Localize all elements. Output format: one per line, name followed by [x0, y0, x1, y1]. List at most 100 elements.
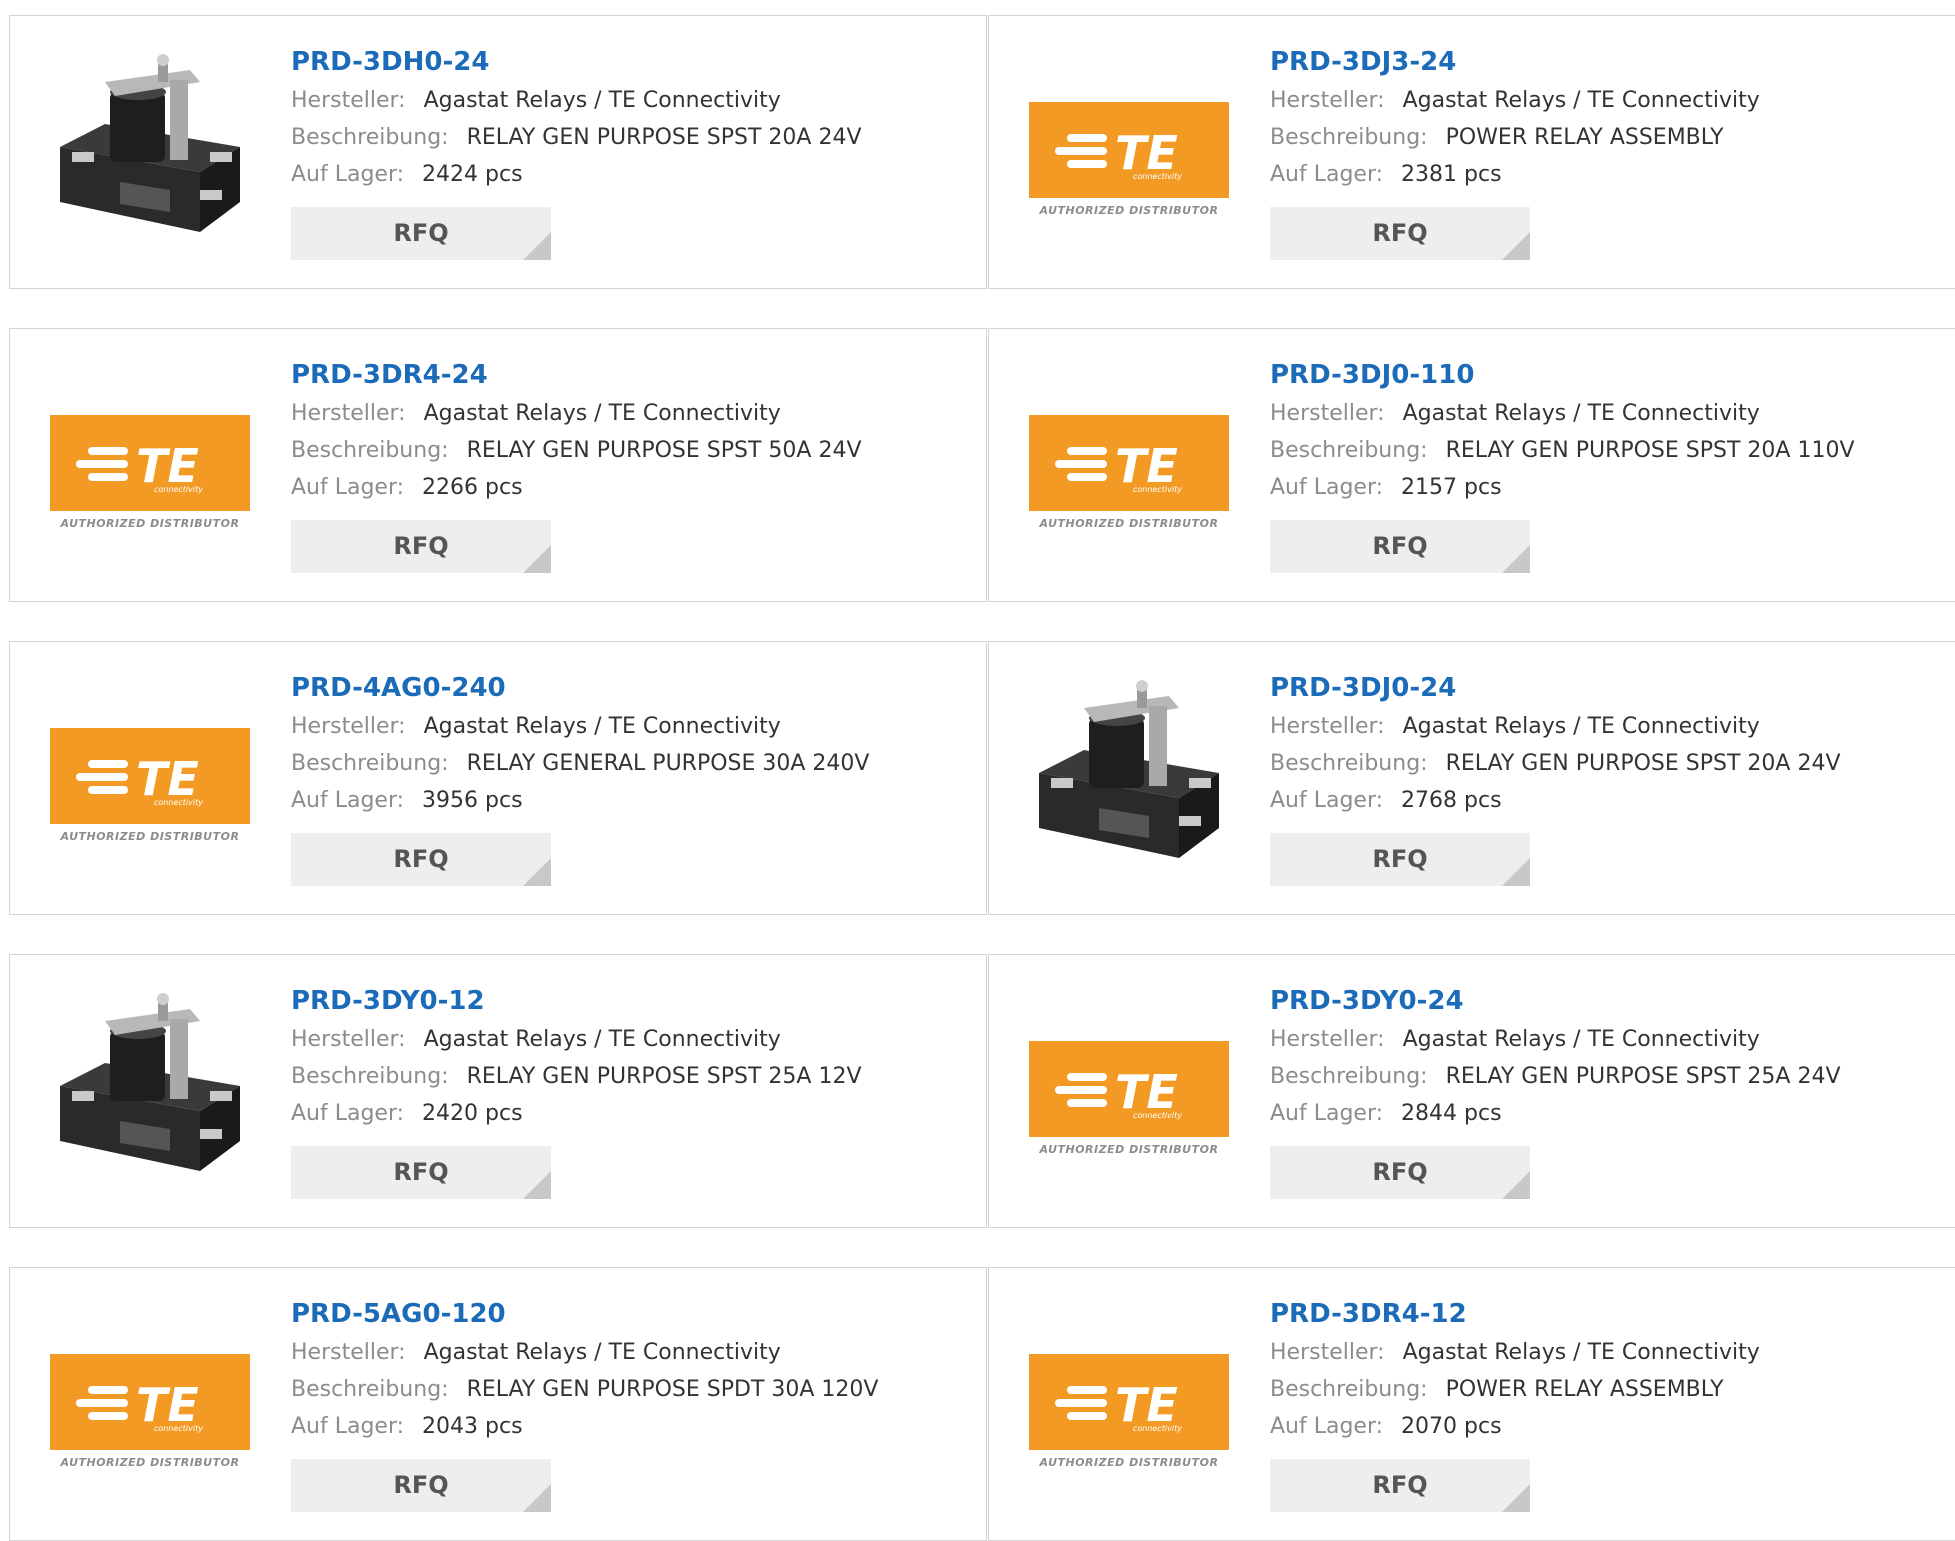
stock-value: 2043 pcs: [422, 1414, 523, 1439]
rfq-button-label: RFQ: [393, 532, 449, 560]
relay-photo-icon: [50, 52, 250, 252]
product-info: PRD-3DY0-12 Hersteller: Agastat Relays / …: [291, 983, 976, 1199]
description-label: Beschreibung:: [1270, 125, 1428, 150]
rfq-button[interactable]: RFQ: [291, 833, 551, 886]
stock-value: 2420 pcs: [422, 1101, 523, 1126]
manufacturer-value: Agastat Relays / TE Connectivity: [1402, 1340, 1760, 1365]
product-card: PRD-3DJ0-24 Hersteller: Agastat Relays / …: [988, 641, 1955, 915]
te-logo: TE connectivity AUTHORIZED DISTRIBUTOR: [50, 728, 250, 844]
stock-label: Auf Lager:: [1270, 475, 1384, 500]
part-number-link[interactable]: PRD-3DJ0-110: [1270, 357, 1955, 395]
rfq-button-label: RFQ: [1372, 532, 1428, 560]
manufacturer-value: Agastat Relays / TE Connectivity: [1402, 88, 1760, 113]
te-logo-box: TE connectivity: [1029, 102, 1229, 198]
rfq-button[interactable]: RFQ: [1270, 207, 1530, 260]
te-logo: TE connectivity AUTHORIZED DISTRIBUTOR: [50, 415, 250, 531]
part-number-link[interactable]: PRD-3DY0-12: [291, 983, 976, 1021]
manufacturer-value: Agastat Relays / TE Connectivity: [423, 714, 781, 739]
product-info: PRD-5AG0-120 Hersteller: Agastat Relays /…: [291, 1296, 976, 1512]
description-label: Beschreibung:: [291, 751, 449, 776]
product-card: TE connectivity AUTHORIZED DISTRIBUTOR P…: [9, 328, 987, 602]
product-thumbnail[interactable]: [1029, 678, 1229, 878]
corner-fold-icon: [523, 1171, 551, 1199]
manufacturer-label: Hersteller:: [291, 88, 406, 113]
rfq-button-label: RFQ: [1372, 219, 1428, 247]
manufacturer-label: Hersteller:: [1270, 88, 1385, 113]
description-row: Beschreibung: POWER RELAY ASSEMBLY: [1270, 119, 1955, 156]
corner-fold-icon: [523, 1484, 551, 1512]
manufacturer-label: Hersteller:: [291, 714, 406, 739]
rfq-button[interactable]: RFQ: [1270, 1459, 1530, 1512]
description-value: RELAY GEN PURPOSE SPST 20A 24V: [1445, 751, 1841, 776]
stock-value: 3956 pcs: [422, 788, 523, 813]
product-thumbnail[interactable]: [50, 991, 250, 1191]
description-value: RELAY GENERAL PURPOSE 30A 240V: [466, 751, 870, 776]
te-wordmark-icon: TE: [1055, 1065, 1178, 1119]
manufacturer-row: Hersteller: Agastat Relays / TE Connectiv…: [1270, 1334, 1955, 1371]
part-number-link[interactable]: PRD-3DY0-24: [1270, 983, 1955, 1021]
part-number-link[interactable]: PRD-3DH0-24: [291, 44, 976, 82]
manufacturer-value: Agastat Relays / TE Connectivity: [1402, 1027, 1760, 1052]
te-wordmark-icon: TE: [76, 752, 199, 806]
part-number-link[interactable]: PRD-3DJ0-24: [1270, 670, 1955, 708]
description-label: Beschreibung:: [1270, 438, 1428, 463]
product-card: TE connectivity AUTHORIZED DISTRIBUTOR P…: [988, 954, 1955, 1228]
product-thumbnail[interactable]: TE connectivity AUTHORIZED DISTRIBUTOR: [1029, 991, 1229, 1191]
rfq-button[interactable]: RFQ: [291, 1459, 551, 1512]
te-wordmark-icon: TE: [76, 1378, 199, 1432]
product-info: PRD-4AG0-240 Hersteller: Agastat Relays /…: [291, 670, 976, 886]
description-label: Beschreibung:: [291, 1377, 449, 1402]
rfq-button[interactable]: RFQ: [1270, 833, 1530, 886]
rfq-button[interactable]: RFQ: [291, 207, 551, 260]
stock-label: Auf Lager:: [1270, 1414, 1384, 1439]
stock-row: Auf Lager: 2043 pcs: [291, 1408, 976, 1445]
stock-row: Auf Lager: 2266 pcs: [291, 469, 976, 506]
stock-label: Auf Lager:: [291, 162, 405, 187]
part-number-link[interactable]: PRD-5AG0-120: [291, 1296, 976, 1334]
description-value: POWER RELAY ASSEMBLY: [1445, 1377, 1724, 1402]
rfq-button[interactable]: RFQ: [1270, 1146, 1530, 1199]
description-value: RELAY GEN PURPOSE SPST 25A 12V: [466, 1064, 862, 1089]
manufacturer-label: Hersteller:: [291, 1027, 406, 1052]
stock-row: Auf Lager: 3956 pcs: [291, 782, 976, 819]
description-row: Beschreibung: RELAY GEN PURPOSE SPST 20A …: [1270, 432, 1955, 469]
description-row: Beschreibung: RELAY GENERAL PURPOSE 30A 2…: [291, 745, 976, 782]
rfq-button[interactable]: RFQ: [291, 1146, 551, 1199]
product-info: PRD-3DR4-24 Hersteller: Agastat Relays / …: [291, 357, 976, 573]
authorized-distributor-caption: AUTHORIZED DISTRIBUTOR: [1039, 1456, 1219, 1469]
relay-photo-icon: [50, 991, 250, 1191]
part-number-link[interactable]: PRD-3DR4-24: [291, 357, 976, 395]
product-thumbnail[interactable]: TE connectivity AUTHORIZED DISTRIBUTOR: [1029, 1304, 1229, 1504]
te-logo-box: TE connectivity: [1029, 415, 1229, 511]
rfq-button[interactable]: RFQ: [1270, 520, 1530, 573]
product-thumbnail[interactable]: TE connectivity AUTHORIZED DISTRIBUTOR: [50, 365, 250, 565]
product-thumbnail[interactable]: TE connectivity AUTHORIZED DISTRIBUTOR: [1029, 52, 1229, 252]
rfq-button[interactable]: RFQ: [291, 520, 551, 573]
rfq-button-label: RFQ: [1372, 845, 1428, 873]
manufacturer-value: Agastat Relays / TE Connectivity: [423, 401, 781, 426]
description-value: RELAY GEN PURPOSE SPST 50A 24V: [466, 438, 862, 463]
part-number-link[interactable]: PRD-3DJ3-24: [1270, 44, 1955, 82]
description-value: RELAY GEN PURPOSE SPST 20A 24V: [466, 125, 862, 150]
description-value: RELAY GEN PURPOSE SPST 25A 24V: [1445, 1064, 1841, 1089]
corner-fold-icon: [523, 858, 551, 886]
manufacturer-row: Hersteller: Agastat Relays / TE Connectiv…: [1270, 1021, 1955, 1058]
stock-label: Auf Lager:: [1270, 162, 1384, 187]
product-card: PRD-3DY0-12 Hersteller: Agastat Relays / …: [9, 954, 987, 1228]
manufacturer-label: Hersteller:: [291, 401, 406, 426]
stock-label: Auf Lager:: [1270, 1101, 1384, 1126]
stock-value: 2157 pcs: [1401, 475, 1502, 500]
product-thumbnail[interactable]: TE connectivity AUTHORIZED DISTRIBUTOR: [50, 678, 250, 878]
te-logo: TE connectivity AUTHORIZED DISTRIBUTOR: [50, 1354, 250, 1470]
description-label: Beschreibung:: [291, 438, 449, 463]
product-thumbnail[interactable]: TE connectivity AUTHORIZED DISTRIBUTOR: [1029, 365, 1229, 565]
corner-fold-icon: [1502, 545, 1530, 573]
product-thumbnail[interactable]: TE connectivity AUTHORIZED DISTRIBUTOR: [50, 1304, 250, 1504]
product-thumbnail[interactable]: [50, 52, 250, 252]
product-card: TE connectivity AUTHORIZED DISTRIBUTOR P…: [988, 328, 1955, 602]
description-value: POWER RELAY ASSEMBLY: [1445, 125, 1724, 150]
part-number-link[interactable]: PRD-3DR4-12: [1270, 1296, 1955, 1334]
part-number-link[interactable]: PRD-4AG0-240: [291, 670, 976, 708]
authorized-distributor-caption: AUTHORIZED DISTRIBUTOR: [1039, 1143, 1219, 1156]
rfq-button-label: RFQ: [393, 219, 449, 247]
